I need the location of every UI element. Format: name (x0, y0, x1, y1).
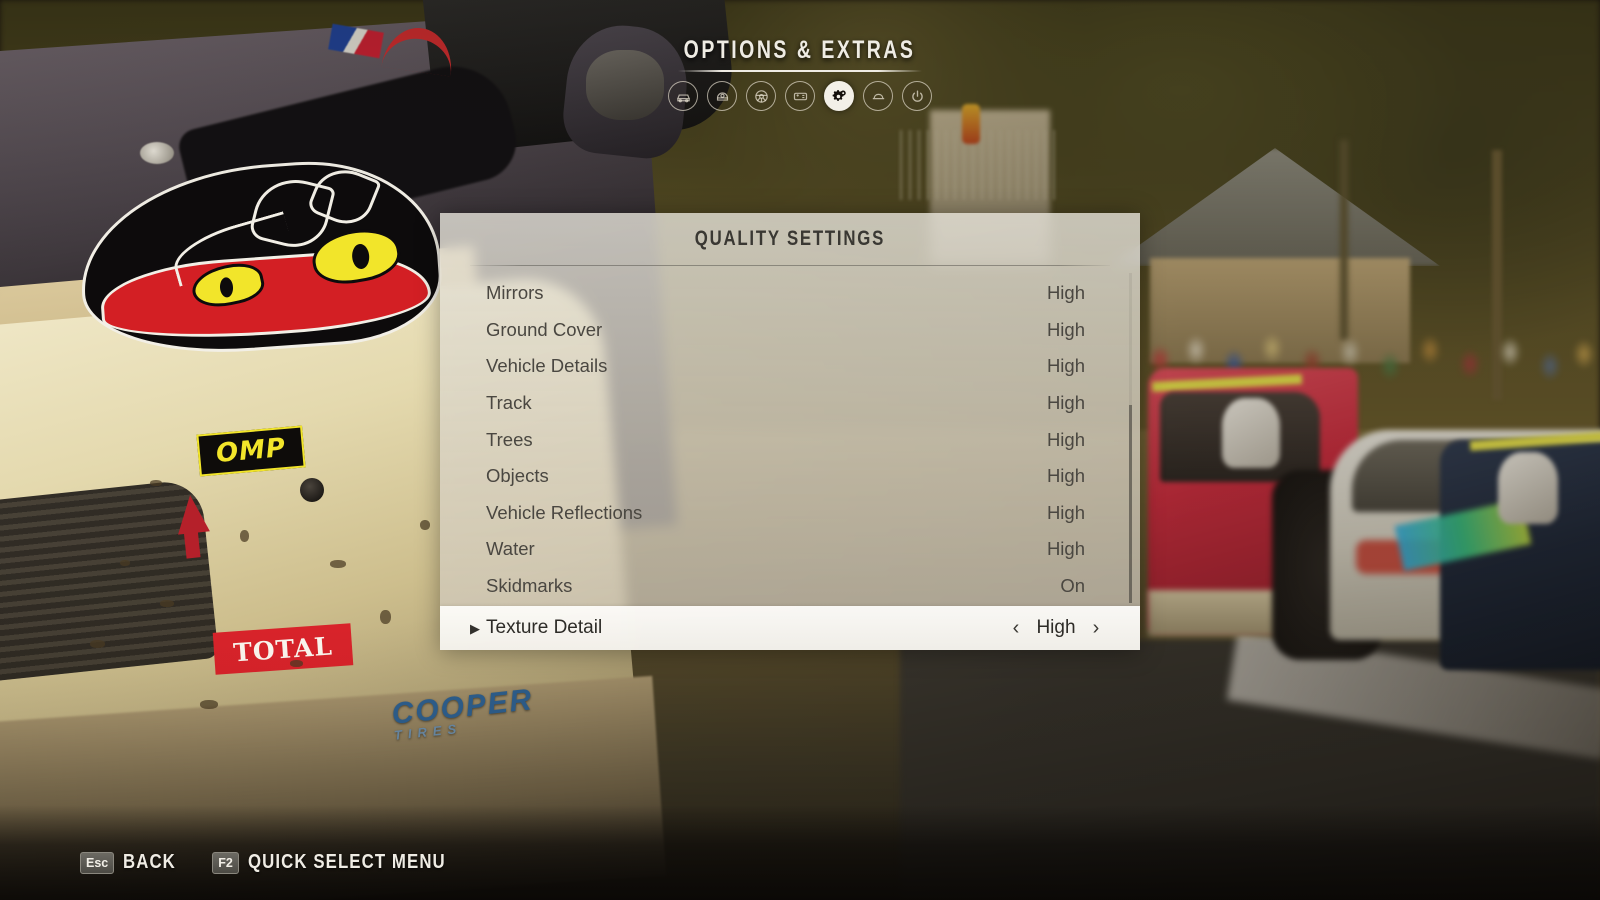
settings-row-value: High (1046, 355, 1085, 377)
bonnet-pin (140, 142, 174, 164)
page-title: OPTIONS & EXTRAS (684, 36, 916, 64)
hint-quick-select-menu[interactable]: F2 QUICK SELECT MENU (212, 851, 483, 874)
settings-row-label: Ground Cover (486, 318, 603, 340)
settings-row-value: High (1046, 501, 1085, 523)
settings-row-value: On (1060, 575, 1085, 597)
settings-row[interactable]: Objects High (440, 458, 1140, 495)
settings-row-label: Objects (486, 465, 549, 487)
settings-row-value: High (1046, 318, 1085, 340)
settings-row-value: High (1046, 465, 1085, 487)
settings-row[interactable]: Skidmarks On (440, 568, 1140, 605)
settings-row[interactable]: Track High (440, 385, 1140, 422)
settings-row-label: Skidmarks (486, 575, 573, 597)
selection-caret-icon: ▶ (470, 620, 480, 636)
options-header: OPTIONS & EXTRAS (0, 36, 1600, 111)
settings-row-value: High (1036, 617, 1076, 638)
quality-settings-panel: QUALITY SETTINGS Mirrors High Ground Cover… (440, 213, 1140, 650)
tab-audio[interactable] (863, 81, 893, 111)
tab-driver[interactable] (707, 81, 737, 111)
settings-row-label: Trees (486, 428, 533, 450)
settings-row[interactable]: Water High (440, 531, 1140, 568)
settings-row-label: Vehicle Reflections (486, 501, 643, 523)
title-underline (678, 70, 922, 72)
panel-title: QUALITY SETTINGS (694, 227, 886, 250)
angry-eyes-livery (73, 152, 447, 363)
tab-settings[interactable] (824, 81, 854, 111)
settings-list: Mirrors High Ground Cover High Vehicle Detai… (440, 266, 1140, 650)
arrow-decal-tail (183, 527, 201, 559)
hint-label-back: BACK (123, 851, 177, 873)
settings-row[interactable]: Vehicle Details High (440, 348, 1140, 385)
hint-back[interactable]: Esc BACK (80, 851, 186, 874)
panel-header: QUALITY SETTINGS (440, 213, 1140, 265)
tab-car[interactable] (668, 81, 698, 111)
category-tabbar[interactable] (668, 81, 932, 111)
settings-row-value: High (1046, 538, 1085, 560)
decrease-arrow-icon[interactable]: ‹ (1005, 617, 1027, 640)
rival-car-red-mirror (1222, 398, 1280, 468)
settings-row-label: Vehicle Details (486, 355, 608, 377)
settings-row-value: High (1046, 282, 1085, 304)
settings-row-label: Texture Detail (486, 617, 603, 638)
settings-row-label: Water (486, 538, 535, 560)
footer-hints: Esc BACK F2 QUICK SELECT MENU (0, 851, 483, 900)
tab-quit[interactable] (902, 81, 932, 111)
safety-fence (900, 130, 1060, 200)
settings-row-label: Mirrors (486, 282, 544, 304)
settings-row[interactable]: Trees High (440, 421, 1140, 458)
rival-car-blue-mirror (1498, 452, 1558, 524)
settings-row[interactable]: Vehicle Reflections High (440, 495, 1140, 532)
increase-arrow-icon[interactable]: › (1085, 617, 1107, 640)
settings-row-value: High (1046, 428, 1085, 450)
key-badge-f2: F2 (212, 851, 239, 874)
settings-row-label: Track (486, 392, 532, 414)
tab-controls[interactable] (785, 81, 815, 111)
scrollbar-thumb[interactable] (1129, 405, 1132, 603)
settings-row-selected[interactable]: ▶ Texture Detail ‹ High › (440, 606, 1140, 650)
body-hole (300, 478, 324, 502)
tab-wheel[interactable] (746, 81, 776, 111)
hint-label-quick-select-menu: QUICK SELECT MENU (247, 851, 446, 873)
settings-row[interactable]: Mirrors High (440, 275, 1140, 312)
settings-row-value: High (1046, 392, 1085, 414)
footer-hint-bar: Esc BACK F2 QUICK SELECT MENU (0, 805, 1600, 900)
settings-row[interactable]: Ground Cover High (440, 312, 1140, 349)
key-badge-esc: Esc (80, 851, 115, 874)
